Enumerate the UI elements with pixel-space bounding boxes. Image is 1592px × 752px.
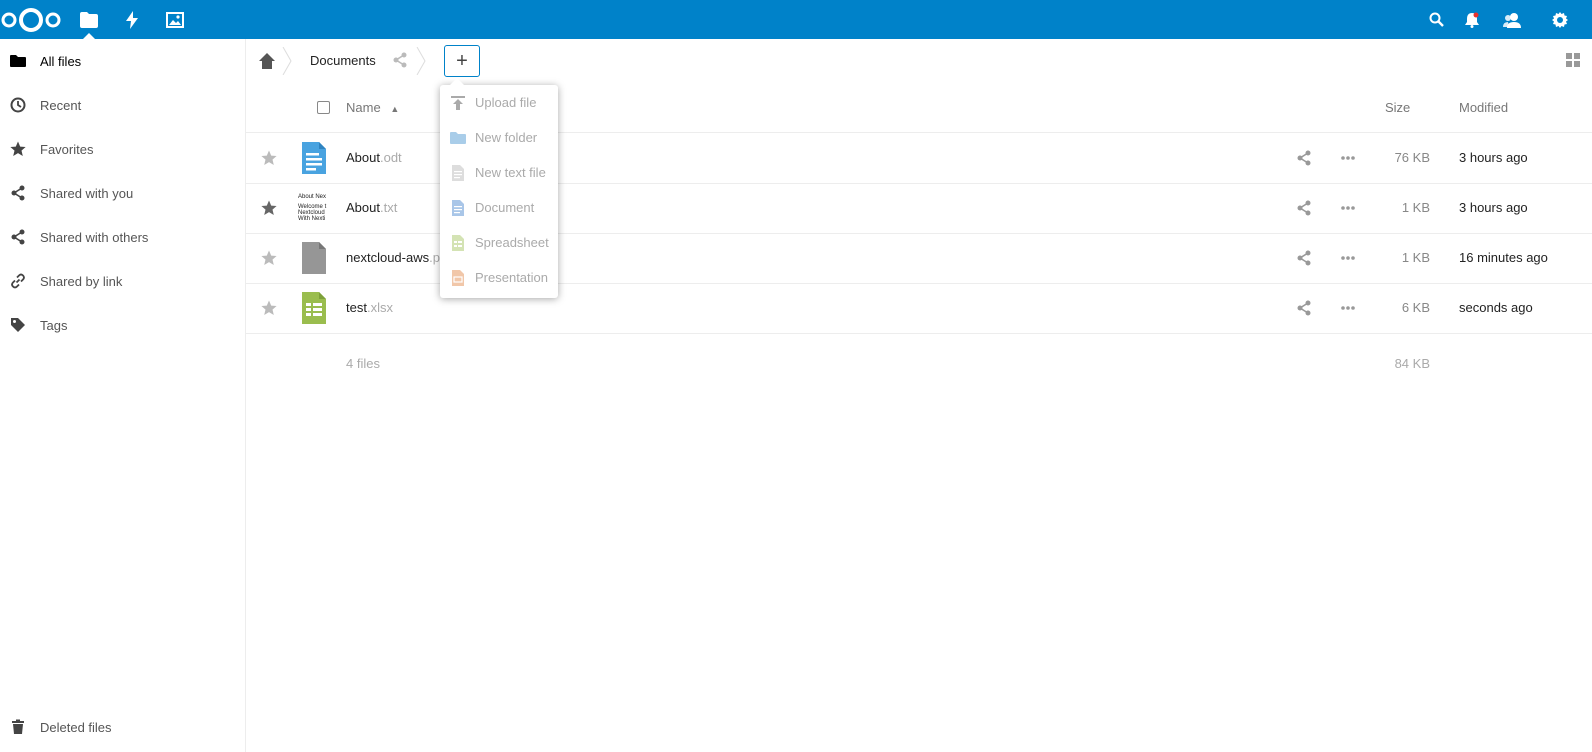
more-icon[interactable] <box>1340 300 1356 316</box>
file-modified: 3 hours ago <box>1459 200 1528 215</box>
document-file-icon <box>302 142 326 174</box>
sidebar-item-label: Shared with you <box>40 185 134 201</box>
share-icon[interactable] <box>1296 300 1312 316</box>
grid-view-icon[interactable] <box>1565 52 1581 68</box>
file-modified: 3 hours ago <box>1459 150 1528 165</box>
more-icon[interactable] <box>1340 200 1356 216</box>
share-icon[interactable] <box>1296 250 1312 266</box>
sidebar-item-tags[interactable]: Tags <box>0 303 245 347</box>
sidebar-item-shared-with-you[interactable]: Shared with you <box>0 171 245 215</box>
select-all-checkbox[interactable] <box>317 101 330 114</box>
menu-item-new-folder[interactable]: New folder <box>440 120 558 155</box>
menu-item-new-text-file[interactable]: New text file <box>440 155 558 190</box>
app-gallery[interactable] <box>153 0 197 39</box>
menu-item-document[interactable]: Document <box>440 190 558 225</box>
file-modified: seconds ago <box>1459 300 1533 315</box>
file-modified: 16 minutes ago <box>1459 250 1548 265</box>
star-icon[interactable] <box>261 200 277 216</box>
summary-file-count: 4 files <box>346 356 380 371</box>
breadcrumb-separator-icon <box>416 47 426 75</box>
folder-icon <box>80 11 98 28</box>
sidebar-item-recent[interactable]: Recent <box>0 83 245 127</box>
breadcrumb: Documents + <box>246 39 1592 83</box>
column-size[interactable]: Size <box>1385 100 1410 115</box>
star-icon[interactable] <box>261 300 277 316</box>
summary-total-size: 84 KB <box>1394 356 1430 371</box>
generic-file-icon <box>302 242 326 274</box>
share-icon <box>11 229 25 245</box>
link-icon <box>11 273 25 289</box>
presentation-icon <box>452 270 464 286</box>
sidebar-item-shared-with-others[interactable]: Shared with others <box>0 215 245 259</box>
sidebar-item-label: Shared by link <box>40 273 123 289</box>
menu-item-presentation[interactable]: Presentation <box>440 260 558 295</box>
trash-icon <box>12 719 24 734</box>
file-name[interactable]: test.xlsx <box>346 300 393 315</box>
gear-icon <box>1552 11 1568 28</box>
breadcrumb-documents[interactable]: Documents <box>310 53 376 68</box>
sidebar-item-shared-by-link[interactable]: Shared by link <box>0 259 245 303</box>
notifications-button[interactable] <box>1452 0 1492 39</box>
sidebar-item-all-files[interactable]: All files <box>0 39 245 83</box>
nextcloud-logo-icon[interactable] <box>0 5 64 35</box>
more-icon[interactable] <box>1340 150 1356 166</box>
app-activity[interactable] <box>110 0 154 39</box>
sidebar-item-label: Recent <box>40 97 82 113</box>
sidebar-item-label: Deleted files <box>40 719 112 735</box>
menu-item-upload-file[interactable]: Upload file <box>440 85 558 120</box>
menu-item-spreadsheet[interactable]: Spreadsheet <box>440 225 558 260</box>
sidebar-item-label: All files <box>40 53 82 69</box>
file-name[interactable]: About.txt <box>346 200 397 215</box>
file-size: 6 KB <box>1401 300 1430 315</box>
file-size: 1 KB <box>1401 250 1430 265</box>
sidebar-item-favorites[interactable]: Favorites <box>0 127 245 171</box>
settings-button[interactable] <box>1540 0 1580 39</box>
contacts-button[interactable] <box>1492 0 1532 39</box>
file-name[interactable]: nextcloud-aws.p <box>346 250 440 265</box>
home-icon[interactable] <box>258 52 276 70</box>
activity-icon <box>126 10 138 29</box>
document-icon <box>452 200 464 216</box>
file-name[interactable]: About.odt <box>346 150 402 165</box>
clock-icon <box>10 97 26 113</box>
share-icon <box>11 185 25 201</box>
search-icon <box>1429 12 1444 27</box>
share-icon[interactable] <box>1296 150 1312 166</box>
star-icon[interactable] <box>261 250 277 266</box>
share-icon[interactable] <box>1296 200 1312 216</box>
sort-asc-icon: ▲ <box>390 104 400 114</box>
folder-icon <box>450 132 466 144</box>
bell-icon <box>1465 12 1479 28</box>
text-file-icon <box>452 165 464 181</box>
sidebar-item-label: Tags <box>40 317 68 333</box>
file-size: 1 KB <box>1401 200 1430 215</box>
tag-icon <box>11 318 25 332</box>
column-name[interactable]: Name ▲ <box>346 100 399 115</box>
spreadsheet-file-icon <box>302 292 326 324</box>
sidebar-item-label: Favorites <box>40 141 94 157</box>
app-files[interactable] <box>67 0 111 39</box>
sidebar-item-label: Shared with others <box>40 229 149 245</box>
files-summary: 4 files 84 KB <box>246 333 1592 393</box>
folder-icon <box>10 55 26 67</box>
sidebar: All files Recent Favorites Shared with y… <box>0 39 246 752</box>
column-modified[interactable]: Modified <box>1459 100 1508 115</box>
new-button[interactable]: + <box>444 45 480 77</box>
text-file-thumbnail: About Nex Welcome t Nextcloud With Nexti <box>298 194 327 222</box>
sidebar-item-deleted-files[interactable]: Deleted files <box>0 705 245 749</box>
star-icon <box>10 141 26 156</box>
upload-icon <box>451 96 465 110</box>
new-file-menu: Upload file New folder New text file Doc… <box>440 78 558 298</box>
contacts-icon <box>1503 12 1521 28</box>
search-button[interactable] <box>1416 0 1456 39</box>
spreadsheet-icon <box>452 235 464 251</box>
plus-icon: + <box>456 49 468 72</box>
top-header <box>0 0 1592 39</box>
breadcrumb-separator-icon <box>282 47 292 75</box>
more-icon[interactable] <box>1340 250 1356 266</box>
gallery-icon <box>166 11 184 28</box>
file-size: 76 KB <box>1394 150 1430 165</box>
share-icon[interactable] <box>392 52 408 68</box>
star-icon[interactable] <box>261 150 277 166</box>
